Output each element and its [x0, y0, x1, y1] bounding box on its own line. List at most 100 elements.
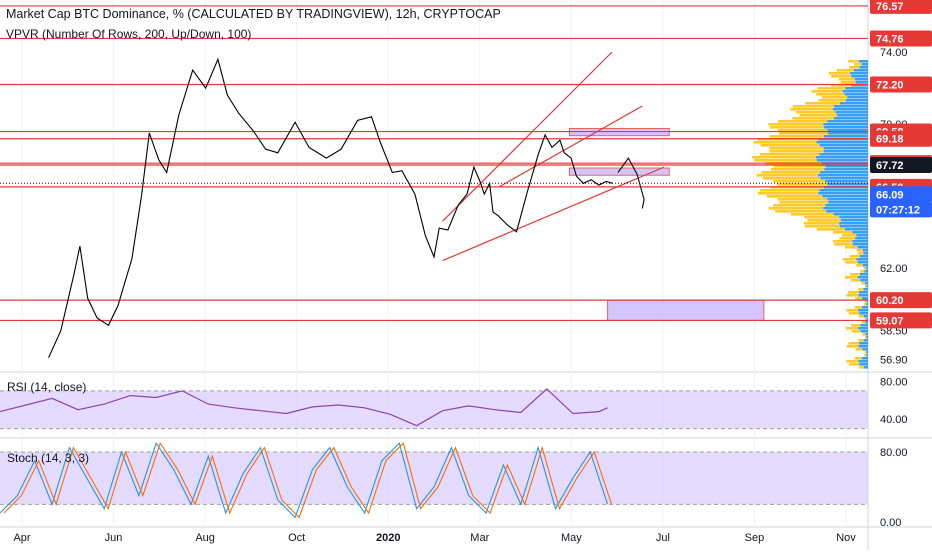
volume-profile-bar-down: [849, 66, 860, 69]
volume-profile-bar-down: [769, 150, 824, 153]
volume-profile-bar-up: [828, 201, 868, 204]
volume-profile-bar-up: [859, 312, 868, 315]
volume-profile-bar-up: [819, 153, 868, 156]
volume-profile-bar-up: [844, 228, 868, 231]
volume-profile-bar-up: [862, 264, 868, 267]
volume-profile-bar-up: [865, 321, 868, 324]
volume-profile-bar-down: [777, 198, 828, 201]
volume-profile-bar-down: [796, 111, 836, 114]
volume-profile-bar-up: [835, 111, 868, 114]
volume-profile-bar-down: [865, 285, 867, 288]
volume-profile-bar-down: [790, 108, 833, 111]
price-badge-label: 59.07: [876, 315, 904, 327]
volume-profile-bar-up: [865, 282, 868, 285]
volume-profile-bar-down: [845, 327, 859, 330]
volume-profile-bar-up: [860, 330, 868, 333]
volume-profile-bar-up: [857, 261, 868, 264]
volume-profile-bar-down: [761, 171, 821, 174]
volume-profile-bar-down: [842, 258, 857, 261]
volume-profile-bar-down: [769, 147, 824, 150]
volume-profile-bar-down: [848, 363, 860, 366]
volume-profile-bar-down: [862, 333, 866, 336]
volume-profile-bar-down: [855, 348, 863, 351]
volume-profile-bar-up: [860, 279, 868, 282]
volume-profile-bar-down: [844, 276, 858, 279]
volume-profile-bar-up: [839, 222, 868, 225]
x-tick-label: Aug: [195, 532, 215, 544]
volume-profile-bar-up: [861, 357, 868, 360]
volume-profile-bar-down: [828, 72, 851, 75]
volume-profile-bar-up: [851, 75, 868, 78]
volume-profile-bar-up: [859, 291, 868, 294]
rsi-band: [0, 390, 868, 429]
volume-profile-bar-up: [863, 339, 868, 342]
volume-profile-bar-up: [825, 204, 868, 207]
volume-profile-bar-down: [840, 81, 856, 84]
volume-profile-bar-up: [854, 78, 868, 81]
volume-profile-bar-up: [839, 216, 868, 219]
volume-profile-bar-up: [852, 240, 868, 243]
volume-profile-bar-up: [840, 219, 868, 222]
volume-profile-bar-down: [768, 123, 824, 126]
volume-profile-bar-down: [859, 366, 865, 369]
volume-profile-bar-up: [862, 348, 868, 351]
volume-profile-bar-up: [827, 132, 868, 135]
volume-profile-bar-up: [827, 120, 868, 123]
volume-profile-bar-down: [766, 195, 823, 198]
volume-profile-bar-down: [792, 105, 835, 108]
volume-profile-bar-up: [820, 171, 868, 174]
volume-profile-bar-down: [848, 291, 860, 294]
volume-profile-bar-down: [816, 228, 845, 231]
volume-profile-bar-up: [859, 255, 868, 258]
volume-profile-bar-up: [863, 315, 868, 318]
x-tick-label: 2020: [376, 532, 400, 544]
volume-profile-bar-down: [861, 321, 866, 324]
volume-profile-bar-down: [769, 135, 824, 138]
volume-profile-bar-down: [856, 249, 863, 252]
volume-profile-bar-down: [762, 177, 821, 180]
volume-profile-bar-up: [855, 81, 868, 84]
volume-profile-bar-down: [831, 75, 852, 78]
volume-profile-bar-down: [821, 96, 848, 99]
volume-profile-bar-down: [804, 216, 840, 219]
volume-profile-bar-up: [863, 252, 868, 255]
volume-profile-bar-down: [773, 180, 826, 183]
volume-profile-bar-down: [760, 153, 820, 156]
volume-profile-bar-down: [851, 330, 861, 333]
volume-profile-bar-down: [854, 63, 862, 66]
volume-profile-bar-up: [826, 210, 868, 213]
volume-profile-bar-up: [858, 327, 868, 330]
volume-profile-bar-down: [753, 141, 817, 144]
volume-profile-bar-up: [861, 63, 868, 66]
volume-profile-bar-down: [858, 252, 864, 255]
volume-profile-bar-down: [833, 231, 853, 234]
chart-svg[interactable]: 74.0070.0062.0058.5056.9076.5774.7672.20…: [0, 0, 932, 550]
volume-profile-bar-up: [856, 234, 868, 237]
price-badge: 07:27:12: [870, 201, 932, 218]
volume-profile-bar-up: [816, 141, 868, 144]
indicator-label-vpvr: VPVR (Number Of Rows, 200, Up/Down, 100): [6, 27, 252, 41]
volume-profile-bar-down: [760, 144, 820, 147]
rsi-tick-label: 40.00: [880, 414, 908, 426]
volume-profile-bar-down: [791, 213, 834, 216]
volume-profile-bar-down: [845, 261, 858, 264]
volume-profile-bar-up: [859, 66, 868, 69]
volume-profile-bar-down: [858, 339, 864, 342]
volume-profile-bar-up: [824, 168, 868, 171]
volume-profile-bar-down: [756, 174, 818, 177]
volume-profile-bar-down: [861, 282, 866, 285]
volume-profile-bar-down: [836, 69, 854, 72]
volume-profile-bar-down: [751, 156, 816, 159]
volume-profile-bar-down: [805, 102, 840, 105]
volume-profile-bar-down: [834, 243, 853, 246]
price-line: [48, 57, 613, 358]
volume-profile-bar-down: [848, 312, 860, 315]
stoch-tick-label: 0.00: [880, 517, 901, 529]
volume-profile-bar-up: [859, 273, 868, 276]
volume-profile-bar-down: [854, 306, 862, 309]
rsi-pane-label: RSI (14, close): [7, 380, 87, 394]
volume-profile-bar-up: [819, 189, 868, 192]
volume-profile-bar-up: [844, 93, 868, 96]
volume-profile-bar-down: [757, 192, 819, 195]
volume-profile-bar-up: [857, 276, 868, 279]
